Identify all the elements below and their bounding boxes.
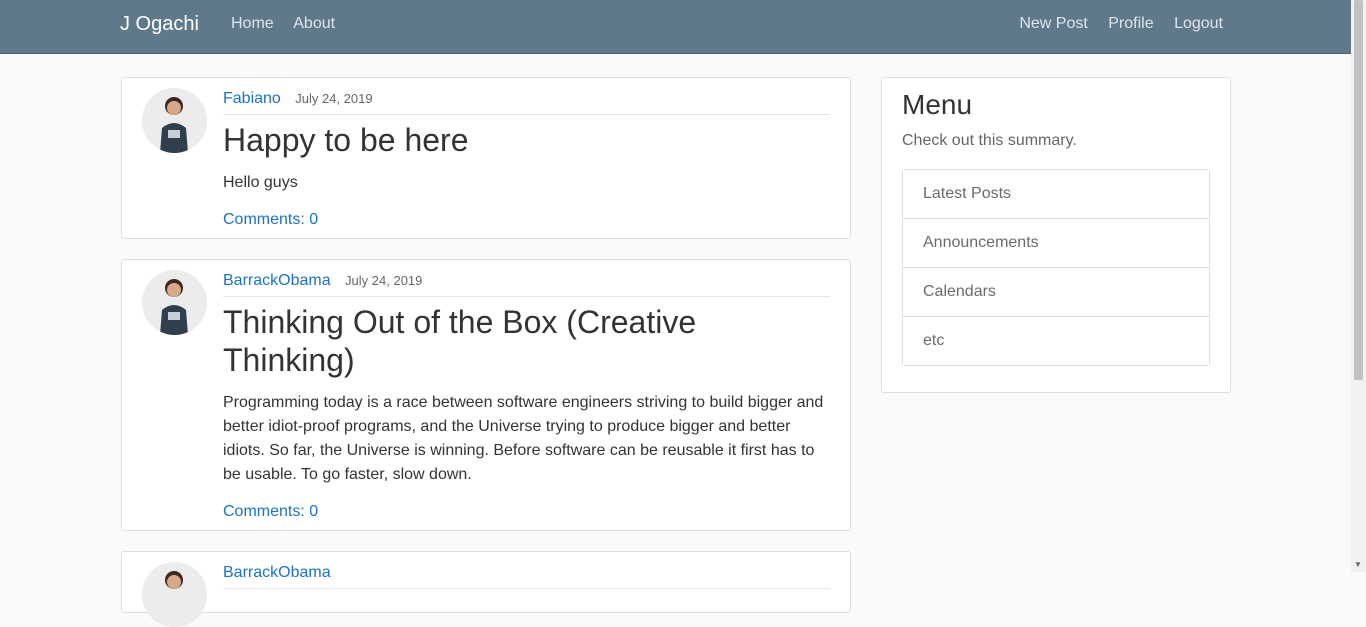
- sidebar: Menu Check out this summary. Latest Post…: [881, 77, 1231, 393]
- brand-link[interactable]: J Ogachi: [120, 13, 199, 36]
- nav-about-link[interactable]: About: [293, 15, 335, 32]
- sidebar-item-etc[interactable]: etc: [903, 317, 1209, 365]
- nav-logout-link[interactable]: Logout: [1174, 15, 1223, 32]
- author-link[interactable]: BarrackObama: [223, 272, 331, 289]
- nav-new-post-link[interactable]: New Post: [1019, 15, 1087, 32]
- post-meta: Fabiano July 24, 2019: [223, 90, 830, 115]
- post-card: BarrackObama: [121, 551, 851, 627]
- comments-link[interactable]: Comments: 0: [223, 503, 830, 521]
- post-meta: BarrackObama: [223, 564, 830, 589]
- scrollbar[interactable]: ▼: [1351, 0, 1366, 572]
- nav-left: Home About: [231, 15, 351, 33]
- post-title[interactable]: Thinking Out of the Box (Creative Thinki…: [223, 303, 830, 379]
- avatar: [142, 270, 207, 335]
- author-link[interactable]: Fabiano: [223, 90, 281, 107]
- nav-profile-link[interactable]: Profile: [1108, 15, 1153, 32]
- post-date: July 24, 2019: [295, 91, 373, 106]
- sidebar-list: Latest Posts Announcements Calendars etc: [902, 169, 1210, 366]
- post-date: July 24, 2019: [345, 273, 423, 288]
- post-content: Hello guys: [223, 174, 298, 191]
- avatar: [142, 88, 207, 153]
- post-body: BarrackObama: [223, 564, 830, 589]
- sidebar-subtitle: Check out this summary.: [902, 132, 1077, 149]
- post-card: Fabiano July 24, 2019 Happy to be here H…: [121, 77, 851, 239]
- scroll-down-icon[interactable]: ▼: [1354, 560, 1362, 569]
- post-title[interactable]: Happy to be here: [223, 121, 830, 159]
- sidebar-item-announcements[interactable]: Announcements: [903, 219, 1209, 268]
- nav-right: New Post Profile Logout: [1003, 15, 1223, 33]
- post-content: Programming today is a race between soft…: [223, 394, 824, 483]
- sidebar-item-calendars[interactable]: Calendars: [903, 268, 1209, 317]
- sidebar-title: Menu: [902, 89, 973, 120]
- author-link[interactable]: BarrackObama: [223, 564, 331, 581]
- navbar: J Ogachi Home About New Post Profile Log…: [0, 0, 1351, 54]
- post-body: BarrackObama July 24, 2019 Thinking Out …: [223, 272, 830, 521]
- comments-link[interactable]: Comments: 0: [223, 211, 830, 229]
- post-body: Fabiano July 24, 2019 Happy to be here H…: [223, 90, 830, 229]
- post-meta: BarrackObama July 24, 2019: [223, 272, 830, 297]
- nav-home-link[interactable]: Home: [231, 15, 274, 32]
- scrollbar-thumb[interactable]: [1354, 0, 1363, 380]
- post-card: BarrackObama July 24, 2019 Thinking Out …: [121, 259, 851, 531]
- sidebar-item-latest-posts[interactable]: Latest Posts: [903, 170, 1209, 219]
